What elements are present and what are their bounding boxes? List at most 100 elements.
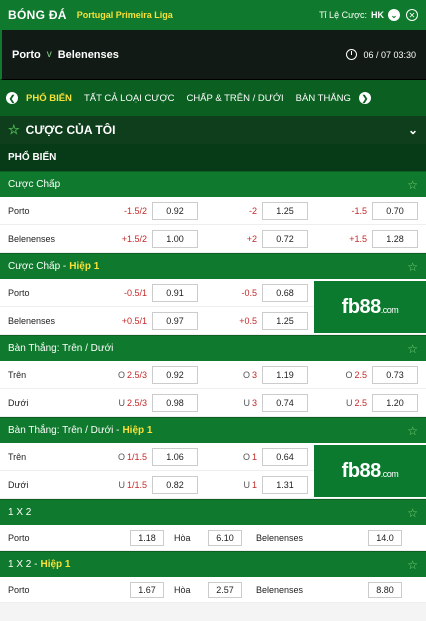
favorite-star-icon[interactable]: ☆ [407, 178, 418, 192]
my-bets-header[interactable]: ☆ CƯỢC CỦA TÔI ⌄ [0, 116, 426, 144]
favorite-star-icon[interactable]: ☆ [407, 558, 418, 572]
odds-button[interactable]: 1.31 [262, 475, 308, 494]
section-handicap: Cược Chấp ☆ [0, 171, 426, 197]
match-datetime: 06 / 07 03:30 [363, 49, 416, 60]
tab-popular[interactable]: PHỔ BIẾN [22, 93, 76, 104]
clock-icon [346, 49, 358, 60]
ou-prefix: U [345, 397, 353, 408]
odds-format-selector[interactable]: Tỉ Lệ Cược: HK ⌄ ✕ [319, 9, 418, 21]
odds-button[interactable]: 0.82 [152, 475, 198, 494]
odds-button[interactable]: 0.64 [262, 447, 308, 466]
close-icon[interactable]: ✕ [406, 9, 418, 21]
section-title: Cược Chấp - [8, 261, 67, 272]
star-icon: ☆ [8, 122, 20, 137]
selection-name: Dưới [8, 397, 29, 408]
favorite-star-icon[interactable]: ☆ [407, 260, 418, 274]
odds-button[interactable]: 14.0 [368, 529, 402, 546]
team-name: Porto [8, 205, 30, 216]
my-bets-label: CƯỢC CỦA TÔI [25, 123, 116, 137]
table-row: Dưới U 2.5/3 0.98 U 3 0.74 U 2.5 1.20 [0, 389, 426, 417]
tab-handicap-ou[interactable]: CHẤP & TRÊN / DƯỚI [182, 93, 287, 104]
odds-button[interactable]: 0.92 [152, 365, 198, 384]
over-under-half1-rows: Trên O 1/1.5 1.06 O 1 0.64 Dưới U 1/1.5 0.82 U… [0, 443, 426, 499]
versus-label: v [46, 49, 52, 60]
selection-name: Trên [8, 369, 27, 380]
brand-tld: .com [380, 468, 399, 479]
odds-button[interactable]: 8.80 [368, 581, 402, 598]
chevron-down-icon[interactable]: ⌄ [408, 123, 418, 137]
chevron-down-icon[interactable]: ⌄ [388, 9, 400, 21]
odds-button[interactable]: 1.06 [152, 447, 198, 466]
ou-prefix: O [117, 451, 125, 462]
goal-line: 2.5/3 [126, 397, 147, 408]
handicap-line: -1.5 [351, 205, 367, 216]
half-label: Hiệp 1 [69, 261, 100, 272]
goal-line: 2.5/3 [126, 369, 147, 380]
home-team: Porto [8, 532, 30, 543]
odds-button[interactable]: 0.73 [372, 365, 418, 384]
ou-prefix: O [242, 451, 250, 462]
section-title: Cược Chấp [8, 179, 61, 190]
section-handicap-half1: Cược Chấp - Hiệp 1 ☆ [0, 253, 426, 279]
away-team: Belenenses [256, 532, 304, 543]
away-team: Belenenses [57, 48, 119, 61]
handicap-line: -1.5/2 [123, 205, 147, 216]
chevron-right-icon[interactable]: ❯ [358, 92, 371, 104]
section-title: Bàn Thắng: Trên / Dưới - [8, 425, 120, 436]
league-name[interactable]: Portugal Primeira Liga [77, 10, 173, 20]
favorite-star-icon[interactable]: ☆ [407, 506, 418, 520]
favorite-star-icon[interactable]: ☆ [407, 424, 418, 438]
goal-line: 1/1.5 [126, 479, 147, 490]
goal-line: 3 [251, 369, 257, 380]
tab-goals[interactable]: BÀN THẮNG [292, 93, 355, 104]
odds-button[interactable]: 1.28 [372, 229, 418, 248]
ou-prefix: U [118, 479, 125, 490]
home-team: Porto [8, 584, 30, 595]
draw-label: Hòa [174, 532, 191, 543]
goal-line: 2.5 [354, 369, 367, 380]
odds-button[interactable]: 1.25 [262, 311, 308, 330]
odds-button[interactable]: 1.00 [152, 229, 198, 248]
handicap-line: +2 [246, 233, 257, 244]
odds-button[interactable]: 2.57 [208, 581, 242, 598]
fb88-banner[interactable]: fb88.com [314, 445, 426, 497]
odds-button[interactable]: 0.97 [152, 311, 198, 330]
handicap-line: -0.5 [241, 287, 257, 298]
half-label: Hiệp 1 [40, 559, 71, 570]
match-header: Porto v Belenenses 06 / 07 03:30 [0, 30, 426, 80]
table-row: Porto 1.67 Hòa 2.57 Belenenses 8.80 [0, 577, 426, 603]
goal-line: 1 [251, 451, 257, 462]
odds-button[interactable]: 1.18 [130, 529, 164, 546]
favorite-star-icon[interactable]: ☆ [407, 342, 418, 356]
odds-button[interactable]: 0.74 [262, 393, 308, 412]
odds-button[interactable]: 0.72 [262, 229, 308, 248]
chevron-left-icon[interactable]: ❮ [6, 92, 18, 104]
odds-button[interactable]: 0.98 [152, 393, 198, 412]
handicap-rows: Porto -1.5/2 0.92 -2 1.25 -1.5 0.70 Belenen… [0, 197, 426, 253]
odds-button[interactable]: 0.92 [152, 201, 198, 220]
section-1x2-half1: 1 X 2 - Hiệp 1 ☆ [0, 551, 426, 577]
section-title: Bàn Thắng: Trên / Dưới [8, 343, 114, 354]
odds-button[interactable]: 0.68 [262, 283, 308, 302]
ou-prefix: U [243, 479, 250, 490]
handicap-line: +0.5 [239, 315, 257, 326]
odds-button[interactable]: 1.19 [262, 365, 308, 384]
fb88-logo: fb88.com [342, 296, 399, 319]
odds-button[interactable]: 1.67 [130, 581, 164, 598]
section-1x2: 1 X 2 ☆ [0, 499, 426, 525]
selection-name: Dưới [8, 479, 29, 490]
tab-all-bets[interactable]: TẤT CẢ LOẠI CƯỢC [80, 93, 179, 104]
table-row: Porto -1.5/2 0.92 -2 1.25 -1.5 0.70 [0, 197, 426, 225]
brand-text: fb88 [341, 459, 382, 482]
team-name: Belenenses [8, 315, 56, 326]
odds-button[interactable]: 6.10 [208, 529, 242, 546]
goal-line: 2.5 [354, 397, 367, 408]
odds-button[interactable]: 1.20 [372, 393, 418, 412]
odds-button[interactable]: 0.70 [372, 201, 418, 220]
odds-button[interactable]: 0.91 [152, 283, 198, 302]
ou-prefix: U [243, 397, 250, 408]
section-over-under-half1: Bàn Thắng: Trên / Dưới - Hiệp 1 ☆ [0, 417, 426, 443]
fb88-banner[interactable]: fb88.com [314, 281, 426, 333]
odds-button[interactable]: 1.25 [262, 201, 308, 220]
goal-line: 1/1.5 [126, 451, 147, 462]
